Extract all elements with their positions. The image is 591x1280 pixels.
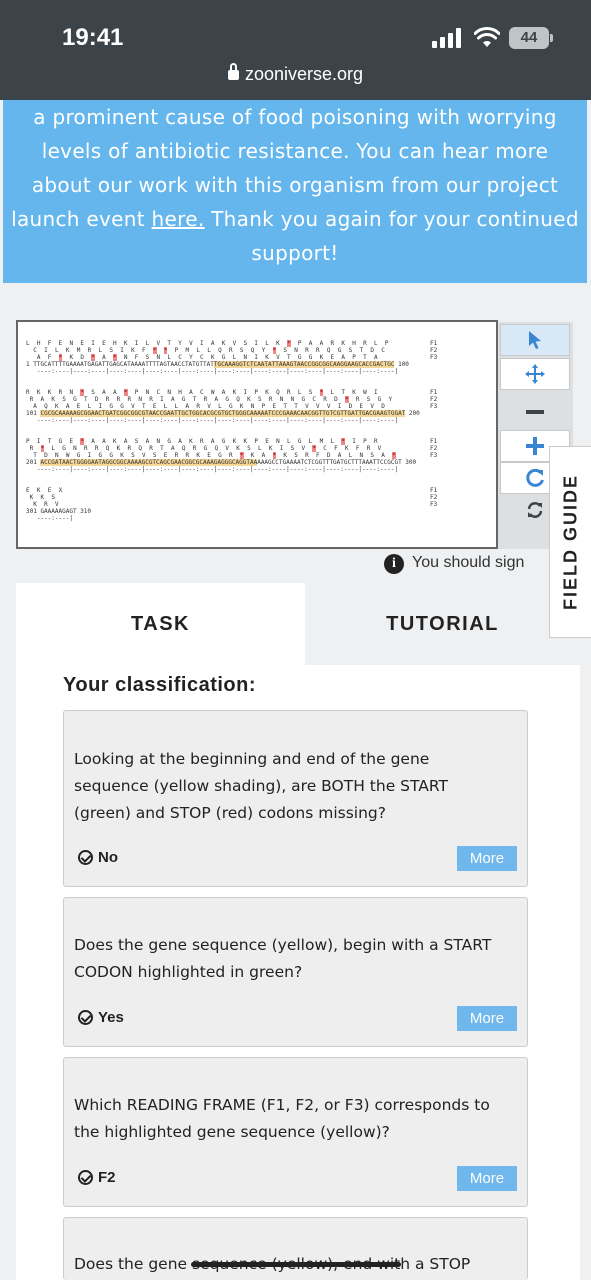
frame-row: K R V [33,501,59,508]
more-button[interactable]: More [457,846,517,871]
question-text: Does the gene sequence (yellow), begin w… [74,936,492,981]
battery-icon: 44 [509,27,549,49]
pointer-button[interactable] [500,324,570,356]
highlighted-gene: TGCAAAGGTCTCAATATTAAAGTAACCGGCGGCAAGGAAG… [213,361,395,368]
check-circle-icon [78,1170,93,1185]
question-text: Which READING FRAME (F1, F2, or F3) corr… [74,1096,490,1141]
banner-text: Thank you again for your continued [204,207,579,231]
dna-row: 201 ACCGATAACTGGGGAATAGGCGGCAAAAGCGTCAGC… [26,459,417,466]
stop-codon-mark: * [272,452,277,459]
classification-heading: Your classification: [63,674,257,696]
pointer-icon [529,331,541,349]
frame-row: L H F E N E I E H K I L V T Y V I A K V … [26,340,389,347]
gene-sequence: L H F E N E I E H K I L V T Y V I A K V … [26,340,446,522]
frame-row: R A K S G T D R R R N R I A G T R A G Q … [29,396,393,403]
stop-codon-mark: * [58,354,63,361]
more-button[interactable]: More [457,1006,517,1031]
question-card: Does the gene sequence (yellow), end wit… [63,1217,528,1280]
highlighted-gene: ACCGATAACTGGGGAATAGGCGGCAAAAGCGTCAGCGAAC… [40,459,258,466]
stop-codon-mark: * [345,396,349,403]
field-guide-label: FIELD GUIDE [560,473,580,611]
question-card: Does the gene sequence (yellow), begin w… [63,897,528,1047]
stop-codon-mark: * [152,347,157,354]
move-icon [525,364,545,384]
stop-codon-mark: * [163,347,168,354]
check-circle-icon [78,850,93,865]
stop-codon-mark: * [392,452,396,459]
stop-codon-mark: * [80,438,84,445]
zoom-in-icon [526,437,544,455]
rotate-icon [527,502,543,518]
frame-row: R K K R N * S A A * P N C N H A C W A K … [26,389,378,396]
stop-codon-mark: * [91,354,95,361]
stop-codon-mark: * [123,389,128,396]
zoom-out-icon [526,410,544,414]
frame-row: C I L K M R L S I K F * * P M L L Q R S … [33,347,385,354]
field-guide-button[interactable]: FIELD GUIDE [549,446,591,638]
status-bar: 19:41 44 zooniverse.org [0,0,591,100]
address-bar[interactable]: zooniverse.org [0,63,591,85]
banner-line: about our work with this organism from o… [31,173,559,197]
frame-row: A F * K D * A * N F S N L C Y C K G L N … [36,354,378,361]
clock: 19:41 [62,24,124,51]
stop-codon-mark: * [40,445,45,452]
info-icon: i [384,554,404,574]
ruler-row: ----:----| [26,515,73,522]
question-card: Looking at the beginning and end of the … [63,710,528,887]
move-button[interactable] [500,358,570,390]
banner-text: launch event [11,207,152,231]
tab-tutorial[interactable]: TUTORIAL [305,583,580,665]
frame-row: E K E X [26,487,63,494]
dna-row: 101 CGCGCAAAAAGCGGAACTGATCGGCGGCGTAACCGA… [26,410,420,417]
stop-codon-mark: * [272,347,277,354]
highlighted-gene: CGCGCAAAAAGCGGAACTGATCGGCGGCGTAACCGAATTG… [40,410,406,417]
frame-labels: F1 F2 F3 F1 F2 F3 F1 F2 F3 F1 F2 F3 [430,340,438,508]
cellular-signal-icon [432,28,461,48]
answer: F2 [78,1169,116,1186]
dna-row: 301 GAAAAAGAGT 310 [26,508,92,515]
announcement-banner: a prominent cause of food poisoning with… [3,100,587,283]
answer: Yes [78,1009,124,1026]
stop-codon-mark: * [341,438,345,445]
wifi-icon [474,27,500,47]
banner-line: levels of antibiotic resistance. You can… [41,139,549,163]
stop-codon-mark: * [239,452,244,459]
tab-task[interactable]: TASK [16,583,305,665]
stop-codon-mark: * [80,389,84,396]
more-button[interactable]: More [457,1166,517,1191]
check-circle-icon [78,1010,93,1025]
zoom-out-button[interactable] [500,396,570,428]
ruler-row: ----:----|----:----|----:----|----:----|… [26,368,399,375]
frame-row: P I T G E * A A K A S A N G A K R A G K … [26,438,378,445]
stop-codon-mark: * [312,445,316,452]
ruler-row: ----:----|----:----|----:----|----:----|… [26,466,399,473]
frame-row: T D N W G I G G K S V S E R R K E G R * … [33,452,396,459]
banner-line: a prominent cause of food poisoning with… [33,105,557,129]
ruler-row: ----:----|----:----|----:----|----:----|… [26,417,399,424]
frame-row: A Q K A E L I G G V T E L L A R V L G K … [33,403,385,410]
frame-row: K K S [29,494,55,501]
dna-row: 1 TTGCATTTTGAAAATGAGATTGAGCATAAAATTTTAGT… [26,361,409,368]
signin-notice: i You should sign [384,554,524,574]
answer: No [78,849,118,866]
question-card: Which READING FRAME (F1, F2, or F3) corr… [63,1057,528,1207]
launch-event-link[interactable]: here. [152,207,205,231]
stop-codon-mark: * [319,389,324,396]
stop-codon-mark: * [113,354,117,361]
stop-codon-mark: * [287,340,291,347]
frame-row: R * L G N R R Q K R Q R T A Q R G Q V K … [29,445,382,452]
banner-line: support! [251,241,339,265]
url-text: zooniverse.org [244,64,364,84]
banner-line: launch event here. Thank you again for y… [3,202,587,236]
home-indicator[interactable] [191,1262,401,1267]
battery-nub [550,34,553,42]
question-text: Looking at the beginning and end of the … [74,750,448,822]
reset-icon [526,468,544,487]
lock-icon [227,63,239,80]
